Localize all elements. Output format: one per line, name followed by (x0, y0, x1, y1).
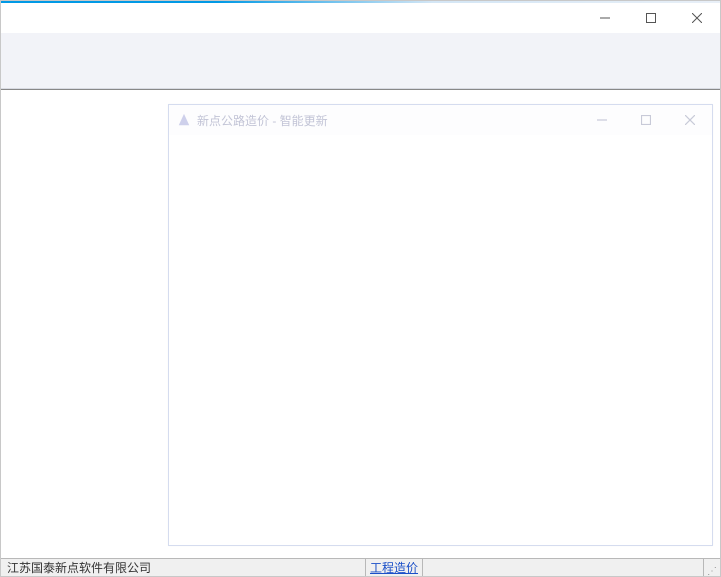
dialog-close-button[interactable] (668, 105, 712, 135)
close-icon (692, 13, 702, 23)
dialog-titlebar: 新点公路造价 - 智能更新 (169, 105, 712, 135)
dialog-content (169, 135, 712, 545)
minimize-icon (600, 13, 610, 23)
toolbar (1, 33, 720, 89)
dialog-maximize-button[interactable] (624, 105, 668, 135)
dialog-app-icon (177, 113, 191, 127)
update-dialog: 新点公路造价 - 智能更新 (168, 104, 713, 546)
statusbar-company: 江苏国泰新点软件有限公司 (1, 559, 366, 576)
dialog-title: 新点公路造价 - 智能更新 (197, 112, 580, 129)
maximize-icon (646, 13, 656, 23)
dialog-window-controls (580, 105, 712, 135)
titlebar (1, 3, 720, 33)
dialog-minimize-button[interactable] (580, 105, 624, 135)
statusbar-link[interactable]: 工程造价 (366, 559, 423, 576)
minimize-button[interactable] (582, 3, 628, 33)
close-button[interactable] (674, 3, 720, 33)
content-area: 新点公路造价 - 智能更新 (1, 89, 720, 558)
maximize-icon (641, 115, 651, 125)
close-icon (685, 115, 695, 125)
main-window: 新点公路造价 - 智能更新 江苏国泰新点软件有限公司 工程造价 (0, 0, 721, 577)
maximize-button[interactable] (628, 3, 674, 33)
window-controls (582, 3, 720, 33)
statusbar-spacer (423, 559, 704, 576)
minimize-icon (597, 115, 607, 125)
grip-icon: ⋰ (707, 570, 718, 574)
resize-grip[interactable]: ⋰ (704, 559, 720, 576)
statusbar: 江苏国泰新点软件有限公司 工程造价 ⋰ (1, 558, 720, 576)
